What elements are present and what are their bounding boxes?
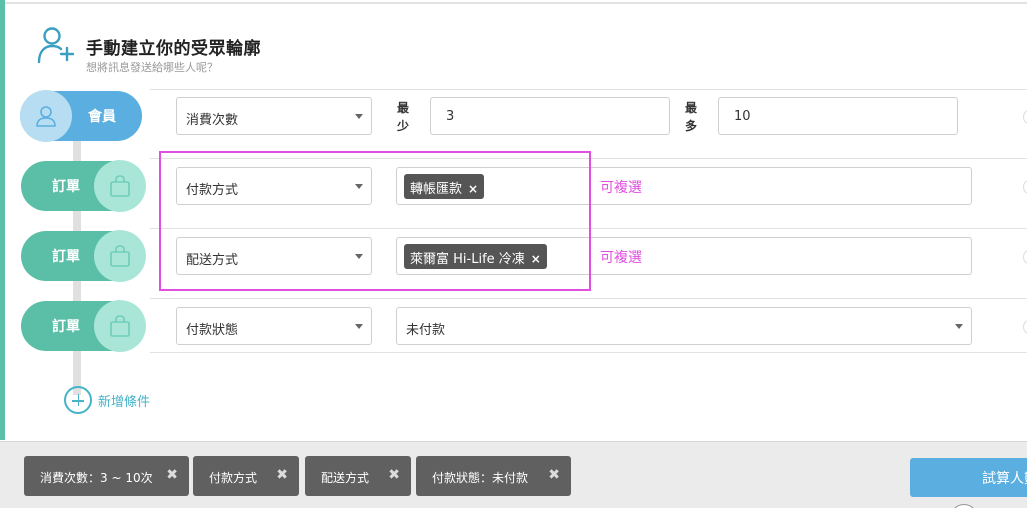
close-icon[interactable]: ✖ <box>548 467 560 483</box>
field-select-value: 付款狀態 <box>186 323 239 338</box>
chevron-down-icon <box>355 324 363 329</box>
condition-chip: 配送方式 ✖ <box>305 456 411 496</box>
close-icon[interactable]: ✖ <box>388 467 400 483</box>
condition-type-label: 會員 <box>88 109 116 125</box>
condition-type-member[interactable]: 會員 <box>20 90 142 142</box>
add-user-icon <box>37 27 75 64</box>
add-condition-button[interactable]: 新增條件 <box>98 391 150 410</box>
user-icon <box>36 106 56 127</box>
calculate-audience-button[interactable]: 試算人數 <box>910 458 1027 497</box>
add-condition-icon[interactable] <box>64 386 92 414</box>
shopping-bag-icon <box>110 245 130 267</box>
row-divider <box>150 298 1027 299</box>
value-select[interactable]: 未付款 <box>396 307 972 345</box>
min-input[interactable]: 3 <box>430 97 670 135</box>
row-divider <box>150 89 1027 90</box>
audience-builder: 手動建立你的受眾輪廓 想將訊息發送給哪些人呢？ 會員 消費次數 最少 3 最多 … <box>0 0 1027 508</box>
order-icon-circle <box>94 230 146 282</box>
page-subtitle: 想將訊息發送給哪些人呢？ <box>86 61 218 74</box>
row-divider <box>150 352 1027 353</box>
calculate-audience-label: 試算人數 <box>982 471 1027 487</box>
multi-select-highlight <box>159 151 591 291</box>
close-icon[interactable]: ✖ <box>276 467 288 483</box>
row-action-icon[interactable] <box>1023 180 1027 194</box>
shopping-bag-icon <box>110 315 130 337</box>
value-select-value: 未付款 <box>406 323 446 338</box>
field-select-value: 消費次數 <box>186 113 239 128</box>
chevron-down-icon <box>355 114 363 119</box>
order-icon-circle <box>94 160 146 212</box>
condition-chip: 消費次數：3 ~ 10次 ✖ <box>24 456 189 496</box>
condition-type-label: 訂單 <box>52 179 80 195</box>
top-divider <box>5 2 1027 4</box>
condition-chip-label: 消費次數：3 ~ 10次 <box>40 471 153 485</box>
shopping-bag-icon <box>110 175 130 197</box>
condition-chip: 付款狀態：未付款 ✖ <box>416 456 571 496</box>
row-action-icon[interactable] <box>1023 110 1027 124</box>
close-icon[interactable]: ✖ <box>166 467 178 483</box>
summary-footer: 消費次數：3 ~ 10次 ✖ 付款方式 ✖ 配送方式 ✖ 付款狀態：未付款 ✖ … <box>0 441 1027 508</box>
min-input-value: 3 <box>446 109 455 124</box>
multi-select-hint: 可複選 <box>600 250 642 266</box>
chevron-down-icon <box>955 324 963 329</box>
order-icon-circle <box>94 300 146 352</box>
row-action-icon[interactable] <box>1023 250 1027 264</box>
member-icon-circle <box>20 90 72 142</box>
max-label: 最多 <box>685 101 698 133</box>
condition-type-label: 訂單 <box>52 319 80 335</box>
condition-chip: 付款方式 ✖ <box>193 456 299 496</box>
row-action-icon[interactable] <box>1023 320 1027 334</box>
condition-chip-label: 付款狀態：未付款 <box>432 471 529 485</box>
min-label: 最少 <box>397 101 410 133</box>
condition-chip-label: 配送方式 <box>321 471 370 485</box>
left-accent-bar <box>0 0 5 440</box>
condition-chip-label: 付款方式 <box>209 471 258 485</box>
condition-type-order[interactable]: 訂單 <box>21 230 146 282</box>
multi-select-hint: 可複選 <box>600 180 642 196</box>
max-input-value: 10 <box>734 109 751 124</box>
help-icon[interactable] <box>950 504 978 508</box>
condition-type-order[interactable]: 訂單 <box>21 300 146 352</box>
condition-type-label: 訂單 <box>52 249 80 265</box>
field-select[interactable]: 付款狀態 <box>176 307 372 345</box>
field-select[interactable]: 消費次數 <box>176 97 372 135</box>
max-input[interactable]: 10 <box>718 97 958 135</box>
page-title: 手動建立你的受眾輪廓 <box>86 39 261 59</box>
condition-type-order[interactable]: 訂單 <box>21 160 146 212</box>
